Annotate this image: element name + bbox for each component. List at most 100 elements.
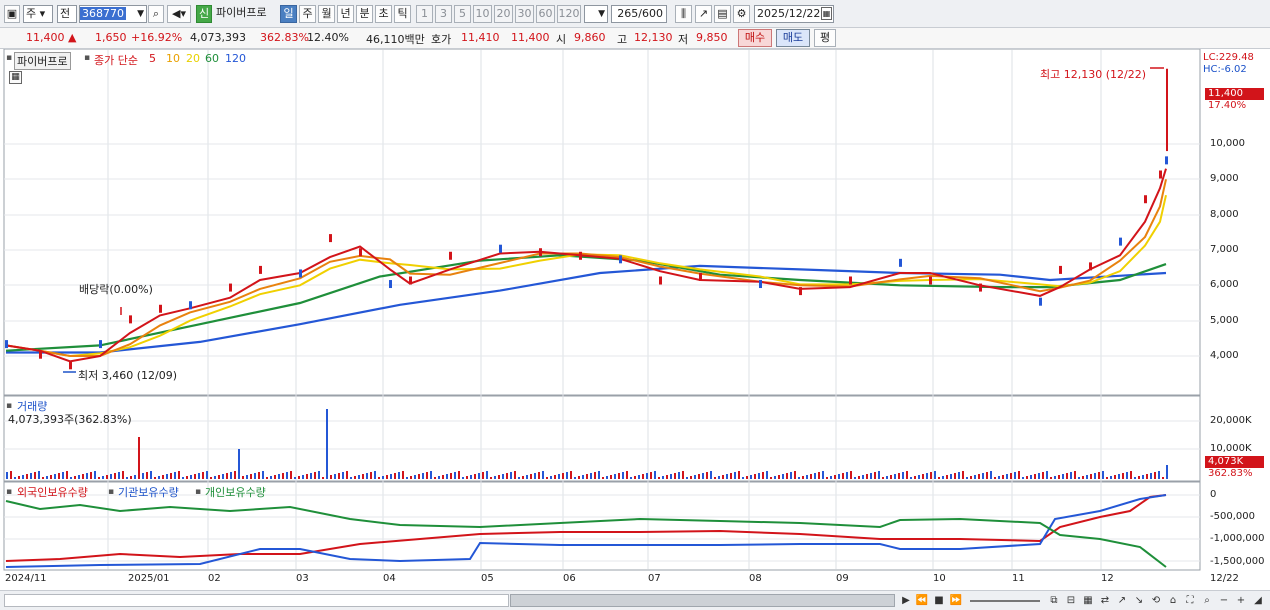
interval-10[interactable]: 10 bbox=[473, 5, 492, 23]
stock-name-tag[interactable]: 파이버프로 bbox=[14, 52, 71, 70]
stop-icon[interactable]: ■ bbox=[932, 594, 946, 608]
volume-bar bbox=[818, 472, 820, 479]
zoom-icon[interactable]: ⌕ bbox=[1200, 594, 1214, 608]
interval-5[interactable]: 5 bbox=[454, 5, 471, 23]
scroll-thumb[interactable] bbox=[510, 594, 895, 607]
panel-handle-icon[interactable]: ▪ bbox=[195, 487, 201, 497]
panel-handle-icon[interactable]: ▪ bbox=[84, 53, 90, 63]
volume-bar bbox=[70, 477, 72, 479]
count-input[interactable]: 265/600 bbox=[611, 5, 667, 23]
gear-icon[interactable]: ⚙ bbox=[733, 5, 750, 23]
candle-type-icon[interactable]: ⫼ bbox=[675, 5, 692, 23]
low-annotation: 최저 3,460 (12/09) bbox=[78, 369, 178, 382]
arrow-up-icon[interactable]: ↗ bbox=[1115, 594, 1129, 608]
interval-3[interactable]: 3 bbox=[435, 5, 452, 23]
period-minute[interactable]: 분 bbox=[356, 5, 373, 23]
period-month[interactable]: 월 bbox=[318, 5, 335, 23]
panel-handle-icon[interactable]: ▪ bbox=[6, 53, 12, 63]
candle bbox=[329, 234, 332, 243]
volume-bar bbox=[82, 474, 84, 479]
draw-tool-icon[interactable]: ↗ bbox=[695, 5, 712, 23]
volume-bar bbox=[750, 475, 752, 479]
interval-custom-select[interactable]: ▼ bbox=[584, 5, 608, 23]
volume-bar bbox=[102, 476, 104, 479]
zoom-slider[interactable] bbox=[970, 600, 1040, 602]
candle bbox=[499, 244, 502, 253]
volume-bar bbox=[878, 471, 880, 479]
lc-label: LC:229.48 bbox=[1203, 52, 1254, 63]
candle bbox=[579, 251, 582, 260]
candle bbox=[129, 315, 132, 324]
minus-icon[interactable]: − bbox=[1217, 594, 1231, 608]
panel-handle-icon[interactable]: ▪ bbox=[108, 487, 114, 497]
volume-bar bbox=[414, 475, 416, 479]
eval-button[interactable]: 평 bbox=[814, 29, 836, 47]
period-second[interactable]: 초 bbox=[375, 5, 392, 23]
panel-handle-icon[interactable]: ▪ bbox=[6, 487, 12, 497]
period-week[interactable]: 주 bbox=[299, 5, 316, 23]
volume-bar bbox=[270, 476, 272, 479]
overlap-icon[interactable]: ⧉ bbox=[1047, 594, 1061, 608]
volume-bar bbox=[158, 476, 160, 479]
share-icon[interactable]: ⇄ bbox=[1098, 594, 1112, 608]
window-menu-icon[interactable]: ▣ bbox=[4, 5, 20, 23]
ma-label[interactable]: 종가 단순 bbox=[94, 52, 138, 68]
rewind-icon[interactable]: ⏪ bbox=[915, 594, 929, 608]
chart-mode-icon[interactable]: ⌂ bbox=[1166, 594, 1180, 608]
table-icon[interactable]: ▦ bbox=[9, 71, 22, 84]
sell-button[interactable]: 매도 bbox=[776, 29, 810, 47]
volume-bar bbox=[742, 477, 744, 479]
volume-bar bbox=[90, 472, 92, 479]
chevron-down-icon[interactable]: ▼ bbox=[598, 6, 605, 22]
calendar-icon[interactable]: ▦ bbox=[821, 7, 832, 20]
chart-canvas[interactable] bbox=[0, 49, 1270, 590]
volume-bar bbox=[526, 475, 528, 479]
plus-icon[interactable]: + bbox=[1234, 594, 1248, 608]
arrow-down-icon[interactable]: ↘ bbox=[1132, 594, 1146, 608]
split-icon[interactable]: ⊟ bbox=[1064, 594, 1078, 608]
interval-60[interactable]: 60 bbox=[536, 5, 555, 23]
chevron-down-icon[interactable]: ▼ bbox=[137, 6, 144, 22]
institution-holding-label[interactable]: 기관보유수량 bbox=[118, 484, 179, 500]
x-tick: 06 bbox=[563, 573, 576, 584]
save-icon[interactable]: ▤ bbox=[714, 5, 731, 23]
foreign-holding-label[interactable]: 외국인보유수량 bbox=[17, 484, 88, 500]
fit-icon[interactable]: ◢ bbox=[1251, 594, 1265, 608]
stock-code-input[interactable]: 368770 ▼ bbox=[79, 5, 147, 23]
scroll-bar[interactable]: ▶ ⏪ ■ ⏩ ⧉ ⊟ ▦ ⇄ ↗ ↘ ⟲ ⌂ ⛶ ⌕ − + ◢ bbox=[0, 590, 1270, 610]
date-input[interactable]: 2025/12/22 ▦ bbox=[754, 5, 834, 23]
speaker-icon[interactable]: ◀▾ bbox=[167, 5, 191, 23]
volume-bar bbox=[118, 472, 120, 479]
interval-30[interactable]: 30 bbox=[515, 5, 534, 23]
period-day[interactable]: 일 bbox=[280, 5, 297, 23]
holding-y-tick: -500,000 bbox=[1210, 511, 1255, 522]
volume-bar bbox=[950, 474, 952, 479]
interval-120[interactable]: 120 bbox=[557, 5, 581, 23]
period-tick[interactable]: 틱 bbox=[394, 5, 411, 23]
volume-bar bbox=[1130, 471, 1132, 479]
panel-handle-icon[interactable]: ▪ bbox=[6, 401, 12, 411]
volume-bar bbox=[606, 476, 608, 479]
volume-bar bbox=[454, 472, 456, 479]
volume-bar bbox=[218, 475, 220, 479]
volume-bar bbox=[1030, 475, 1032, 479]
period-year[interactable]: 년 bbox=[337, 5, 354, 23]
interval-20[interactable]: 20 bbox=[494, 5, 513, 23]
play-icon[interactable]: ▶ bbox=[899, 594, 913, 608]
volume-bar bbox=[1090, 474, 1092, 479]
forward-icon[interactable]: ⏩ bbox=[949, 594, 963, 608]
individual-holding-label[interactable]: 개인보유수량 bbox=[205, 484, 266, 500]
volume-bar bbox=[1166, 465, 1168, 479]
volume-bar bbox=[1002, 475, 1004, 479]
type-select[interactable]: 주 ▾ bbox=[23, 5, 53, 23]
reset-icon[interactable]: ⟲ bbox=[1149, 594, 1163, 608]
volume-bar bbox=[762, 472, 764, 479]
buy-button[interactable]: 매수 bbox=[738, 29, 772, 47]
grid-icon[interactable]: ▦ bbox=[1081, 594, 1095, 608]
interval-1[interactable]: 1 bbox=[416, 5, 433, 23]
scroll-track[interactable] bbox=[4, 594, 509, 607]
range-select[interactable]: 전 bbox=[57, 5, 77, 23]
fullscreen-icon[interactable]: ⛶ bbox=[1183, 594, 1197, 608]
search-icon[interactable]: ⌕ bbox=[148, 5, 164, 23]
chart-area[interactable]: ▪ 파이버프로 ▪ 종가 단순 5 10 20 60 120 ▦ LC:229.… bbox=[0, 49, 1270, 590]
